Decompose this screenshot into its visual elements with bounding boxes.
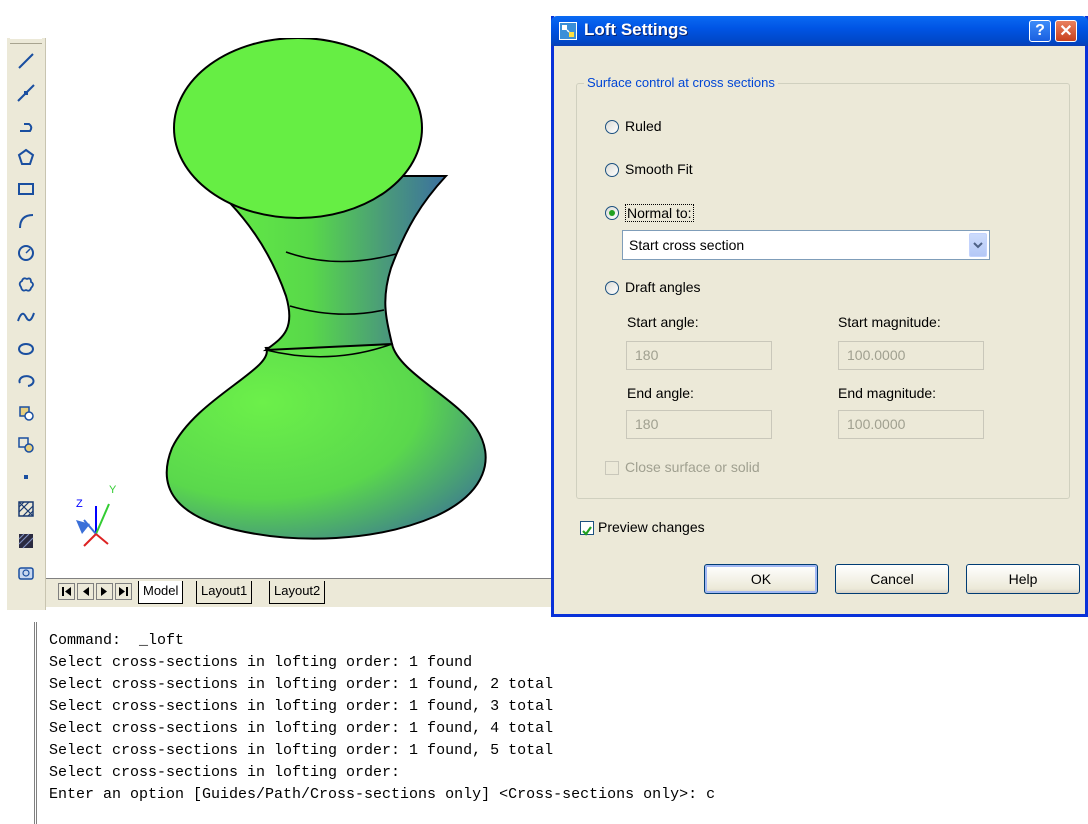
- tab-model[interactable]: Model: [138, 581, 184, 604]
- last-tab-button[interactable]: [115, 583, 132, 600]
- ruled-radio[interactable]: [605, 120, 619, 134]
- group-label: Surface control at cross sections: [584, 75, 778, 90]
- polygon-icon[interactable]: [9, 142, 43, 172]
- start-angle-label: Start angle:: [627, 314, 699, 330]
- start-magnitude-input[interactable]: 100.0000: [838, 341, 984, 370]
- point-icon[interactable]: [9, 462, 43, 492]
- construction-line-icon[interactable]: [9, 78, 43, 108]
- end-magnitude-label: End magnitude:: [838, 385, 937, 401]
- command-line: Select cross-sections in lofting order: …: [49, 720, 554, 737]
- rectangle-icon[interactable]: [9, 174, 43, 204]
- layout-tab-bar: Model Layout1 Layout2: [46, 578, 554, 607]
- help-button[interactable]: Help: [966, 564, 1080, 594]
- title-help-button[interactable]: ?: [1029, 20, 1051, 42]
- arc-icon[interactable]: [9, 206, 43, 236]
- dialog-title: Loft Settings: [584, 20, 688, 39]
- first-tab-button[interactable]: [58, 583, 75, 600]
- ok-button[interactable]: OK: [704, 564, 818, 594]
- normal-to-radio[interactable]: [605, 206, 619, 220]
- end-magnitude-input[interactable]: 100.0000: [838, 410, 984, 439]
- normal-to-label[interactable]: Normal to:: [625, 204, 694, 222]
- loft-solid-model: [76, 37, 487, 547]
- checkmark-icon: [582, 526, 592, 536]
- preview-changes-label[interactable]: Preview changes: [598, 519, 705, 535]
- tab-layout1[interactable]: Layout1: [196, 581, 253, 604]
- revision-cloud-icon[interactable]: [9, 270, 43, 300]
- normal-to-select-value: Start cross section: [629, 237, 745, 253]
- insert-block-icon[interactable]: [9, 398, 43, 428]
- tab-layout2[interactable]: Layout2: [269, 581, 326, 604]
- normal-to-select[interactable]: Start cross section: [622, 230, 990, 260]
- title-close-button[interactable]: ✕: [1055, 20, 1077, 42]
- circle-icon[interactable]: [9, 238, 43, 268]
- drawing-viewport[interactable]: Z Y: [46, 37, 554, 578]
- smooth-fit-radio[interactable]: [605, 163, 619, 177]
- region-icon[interactable]: [9, 558, 43, 588]
- draft-angles-label[interactable]: Draft angles: [625, 279, 700, 295]
- dialog-title-bar[interactable]: Loft Settings ? ✕: [551, 16, 1088, 46]
- cancel-button[interactable]: Cancel: [835, 564, 949, 594]
- toolbar-grip[interactable]: [10, 38, 42, 44]
- preview-changes-checkbox[interactable]: [580, 521, 594, 536]
- chevron-down-icon[interactable]: [969, 233, 987, 257]
- start-magnitude-label: Start magnitude:: [838, 314, 941, 330]
- command-line: Select cross-sections in lofting order: …: [49, 742, 554, 759]
- make-block-icon[interactable]: [9, 430, 43, 460]
- radio-selected-dot: [609, 210, 615, 216]
- ucs-icon: [76, 503, 110, 547]
- start-angle-input[interactable]: 180: [626, 341, 772, 370]
- ellipse-icon[interactable]: [9, 334, 43, 364]
- command-line: Select cross-sections in lofting order: …: [49, 654, 473, 671]
- command-line: Select cross-sections in lofting order:: [49, 764, 401, 781]
- next-tab-button[interactable]: [96, 583, 113, 600]
- ellipse-arc-icon[interactable]: [9, 366, 43, 396]
- command-window[interactable]: Command: _loft Select cross-sections in …: [34, 622, 1088, 824]
- draw-toolbar: [7, 38, 46, 610]
- hatch-icon[interactable]: [9, 494, 43, 524]
- polyline-icon[interactable]: [9, 110, 43, 140]
- command-line: Select cross-sections in lofting order: …: [49, 676, 554, 693]
- draft-angles-radio[interactable]: [605, 281, 619, 295]
- end-angle-label: End angle:: [627, 385, 694, 401]
- close-surface-checkbox[interactable]: [605, 461, 619, 475]
- ucs-y-label: Y: [109, 484, 117, 496]
- gradient-icon[interactable]: [9, 526, 43, 556]
- end-angle-input[interactable]: 180: [626, 410, 772, 439]
- command-line: Select cross-sections in lofting order: …: [49, 698, 554, 715]
- prev-tab-button[interactable]: [77, 583, 94, 600]
- close-surface-label: Close surface or solid: [625, 459, 760, 475]
- spline-icon[interactable]: [9, 302, 43, 332]
- ucs-z-label: Z: [76, 498, 83, 510]
- line-icon[interactable]: [9, 46, 43, 76]
- command-line: Enter an option [Guides/Path/Cross-secti…: [49, 786, 716, 803]
- smooth-fit-label[interactable]: Smooth Fit: [625, 161, 693, 177]
- ruled-label[interactable]: Ruled: [625, 118, 662, 134]
- loft-app-icon: [559, 22, 577, 40]
- command-line: Command: _loft: [49, 632, 185, 649]
